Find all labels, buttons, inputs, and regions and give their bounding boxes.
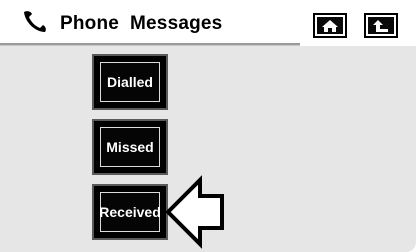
missed-label: Missed xyxy=(106,139,154,155)
phone-messages-screen: Phone Messages Dialled Missed Received xyxy=(0,0,416,252)
title-divider-shadow xyxy=(0,45,300,46)
title-bar: Phone Messages xyxy=(0,0,416,46)
back-button[interactable] xyxy=(364,13,398,38)
page-title: Phone Messages xyxy=(60,13,223,34)
received-button[interactable]: Received xyxy=(92,184,168,240)
phone-handset-icon xyxy=(24,11,46,32)
back-arrow-icon xyxy=(373,19,388,32)
pointer-arrow-icon xyxy=(165,175,224,249)
home-button[interactable] xyxy=(313,13,347,38)
home-icon xyxy=(322,19,338,32)
received-label: Received xyxy=(99,204,161,220)
dialled-button[interactable]: Dialled xyxy=(92,54,168,110)
missed-button[interactable]: Missed xyxy=(92,119,168,175)
dialled-label: Dialled xyxy=(107,74,153,90)
